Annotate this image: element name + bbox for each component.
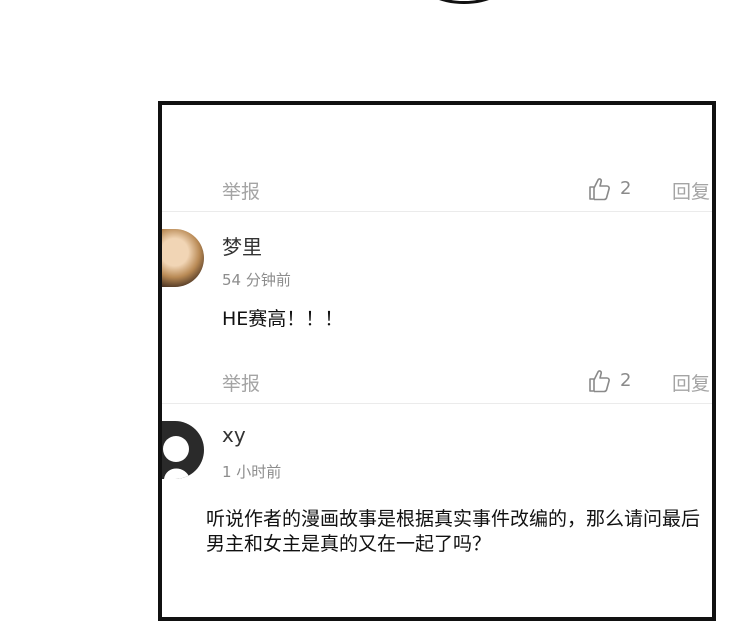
like-count: 2: [620, 370, 632, 391]
like-count: 2: [620, 178, 632, 199]
comment-username[interactable]: xy: [222, 423, 246, 447]
thumbs-up-icon[interactable]: [588, 177, 610, 201]
reply-button[interactable]: 回复: [672, 177, 710, 204]
comment-actions: 举报 2 回复: [162, 177, 712, 209]
comment-username[interactable]: 梦里: [222, 231, 262, 260]
comment-content: HE赛高！！！: [222, 308, 344, 330]
thumbs-up-icon[interactable]: [588, 369, 610, 393]
reply-button[interactable]: 回复: [672, 369, 710, 396]
comment-timestamp: 54 分钟前: [222, 271, 291, 289]
avatar[interactable]: [162, 229, 204, 287]
comment-actions: 举报 2 回复: [162, 369, 712, 401]
default-avatar-icon[interactable]: [162, 421, 204, 479]
comic-panel-frame: 举报 2 回复 梦里 54 分钟前 HE赛高！！！ 举报 2 回复 xy 1 小…: [158, 101, 716, 621]
report-button[interactable]: 举报: [222, 177, 260, 204]
divider: [162, 403, 712, 404]
top-panel-edge: [418, 0, 510, 4]
divider: [162, 211, 712, 212]
report-button[interactable]: 举报: [222, 369, 260, 396]
comment-content: 听说作者的漫画故事是根据真实事件改编的，那么请问最后男主和女主是真的又在一起了吗…: [206, 508, 701, 555]
comment-timestamp: 1 小时前: [222, 463, 282, 481]
